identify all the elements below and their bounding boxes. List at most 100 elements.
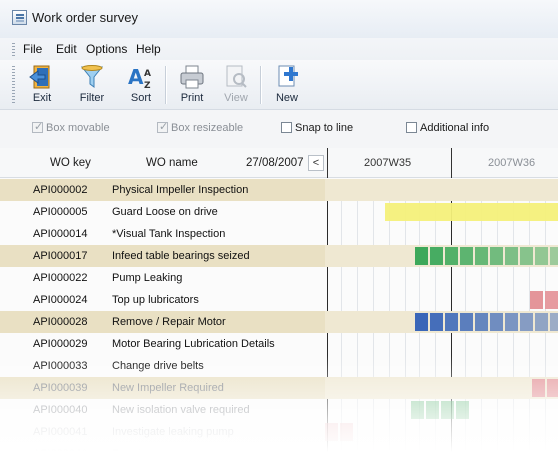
checkbox-box [281, 122, 292, 133]
gantt-bar-segment [460, 313, 473, 331]
row-cells: API000029 Motor Bearing Lubrication Detai… [0, 333, 325, 355]
column-header-wo-name[interactable]: WO name [146, 157, 198, 169]
gantt-bar-segment [520, 247, 533, 265]
filter-button[interactable]: Filter [70, 63, 114, 107]
gantt-task-bar[interactable] [415, 313, 558, 331]
gantt-row-area[interactable] [325, 333, 558, 355]
box-resizeable-checkbox[interactable]: ✓ Box resizeable [157, 121, 243, 134]
gantt-task-bar[interactable] [411, 401, 471, 419]
printer-icon [180, 65, 204, 89]
gantt-bar-segment [532, 379, 545, 397]
table-row[interactable]: API000002 Physical Impeller Inspection [0, 179, 558, 201]
wo-name-cell: Change drive belts [112, 360, 204, 372]
row-cells: API000024 Top up lubricators [0, 289, 325, 311]
checkbox-box: ✓ [157, 121, 168, 133]
gantt-bar-segment [415, 247, 428, 265]
new-label: New [275, 92, 298, 104]
table-row[interactable]: API000024 Top up lubricators [0, 289, 558, 311]
gantt-task-bar[interactable] [532, 379, 558, 397]
menu-file[interactable]: File [23, 42, 42, 56]
print-label: Print [180, 92, 204, 104]
wo-name-cell: Motor Bearing Lubrication Details [112, 338, 275, 350]
exit-label: Exit [32, 92, 52, 104]
table-row[interactable]: API000029 Motor Bearing Lubrication Detai… [0, 333, 558, 355]
menu-options[interactable]: Options [86, 42, 127, 56]
svg-text:Z: Z [144, 81, 151, 91]
gantt-row-area[interactable] [325, 355, 558, 377]
table-row[interactable]: API000033 Change drive belts [0, 355, 558, 377]
gantt-bar-segment [325, 423, 338, 441]
table-row[interactable]: API000041 Investigate leaking pump [0, 421, 558, 443]
print-button[interactable]: Print [170, 63, 214, 107]
gantt-bar-segment [430, 313, 443, 331]
row-cells: API000041 Investigate leaking pump [0, 421, 325, 443]
checkbox-box [406, 122, 417, 133]
gantt-bar-segment [441, 401, 454, 419]
row-cells: API000040 New isolation valve required [0, 399, 325, 421]
wo-key-cell: API000014 [33, 228, 88, 240]
options-bar: ✓ Box movable ✓ Box resizeable Snap to lin… [0, 110, 558, 148]
exit-button[interactable]: Exit [20, 63, 64, 107]
gantt-task-bar[interactable] [415, 247, 558, 265]
wo-key-cell: API000040 [33, 448, 87, 452]
gantt-task-bar[interactable] [385, 203, 558, 221]
week-divider [451, 148, 452, 178]
menu-bar: File Edit Options Help [0, 38, 558, 60]
table-row[interactable]: API000022 Pump Leaking [0, 267, 558, 289]
new-button[interactable]: New [265, 63, 309, 107]
check-icon: ✓ [34, 121, 44, 133]
snap-to-line-checkbox[interactable]: Snap to line [281, 122, 353, 134]
gantt-bar-segment [535, 247, 548, 265]
gantt-row-area[interactable] [325, 443, 558, 452]
gantt-bar-segment [340, 423, 353, 441]
window: Work order survey File Edit Options Help… [0, 0, 558, 452]
wo-name-cell: Guard Loose on drive [112, 206, 218, 218]
view-button[interactable]: View [214, 63, 258, 107]
gantt-row-area[interactable] [325, 179, 558, 201]
svg-text:A: A [144, 69, 151, 79]
title-bar: Work order survey [0, 0, 558, 38]
wo-key-cell: API000002 [33, 184, 88, 196]
window-title: Work order survey [32, 10, 138, 25]
gantt-bar-segment [411, 401, 424, 419]
table-row[interactable]: API000014 *Visual Tank Inspection [0, 223, 558, 245]
sort-button[interactable]: A A Z Sort [119, 63, 163, 107]
box-movable-checkbox[interactable]: ✓ Box movable [32, 121, 110, 134]
table-row[interactable]: API000039 New Impeller Required [0, 377, 558, 399]
gantt-bar-segment [490, 247, 503, 265]
view-document-icon [226, 65, 247, 88]
gantt-row-area[interactable] [325, 421, 558, 443]
wo-key-cell: API000039 [33, 382, 88, 394]
wo-name-cell: Repair [112, 448, 144, 452]
gantt-bar-segment [550, 313, 558, 331]
week-divider [327, 148, 328, 178]
menu-edit[interactable]: Edit [56, 42, 77, 56]
gantt-row-area[interactable] [325, 223, 558, 245]
gantt-row-area[interactable] [325, 289, 558, 311]
wo-key-cell: API000029 [33, 338, 88, 350]
gantt-row-area[interactable] [325, 377, 558, 399]
wo-name-cell: Investigate leaking pump [112, 426, 234, 438]
additional-info-checkbox[interactable]: Additional info [406, 122, 489, 134]
gantt-row-area[interactable] [325, 267, 558, 289]
filter-icon [80, 65, 104, 88]
gantt-task-bar[interactable] [530, 291, 558, 309]
gantt-task-bar[interactable] [325, 423, 355, 441]
gantt-prev-button[interactable]: < [308, 155, 324, 171]
column-header-wo-key[interactable]: WO key [50, 157, 91, 169]
menu-help[interactable]: Help [136, 42, 161, 56]
toolbar-grip-icon [12, 66, 15, 104]
week-label: 2007W35 [364, 157, 412, 169]
toolbar: Exit Filter A A Z Sort Print View New [0, 60, 558, 110]
gantt-bar-segment [430, 247, 443, 265]
wo-key-cell: API000005 [33, 206, 88, 218]
table-row[interactable]: API000040 New isolation valve required [0, 399, 558, 421]
sort-az-icon: A A Z [128, 65, 151, 91]
wo-key-cell: API000028 [33, 316, 88, 328]
wo-key-cell: API000024 [33, 294, 88, 306]
wo-name-cell: Physical Impeller Inspection [112, 184, 249, 196]
exit-icon [29, 65, 50, 89]
wo-name-cell: *Visual Tank Inspection [112, 228, 226, 240]
table-row[interactable]: API000040 Repair [0, 443, 558, 452]
checkbox-box: ✓ [32, 121, 44, 133]
